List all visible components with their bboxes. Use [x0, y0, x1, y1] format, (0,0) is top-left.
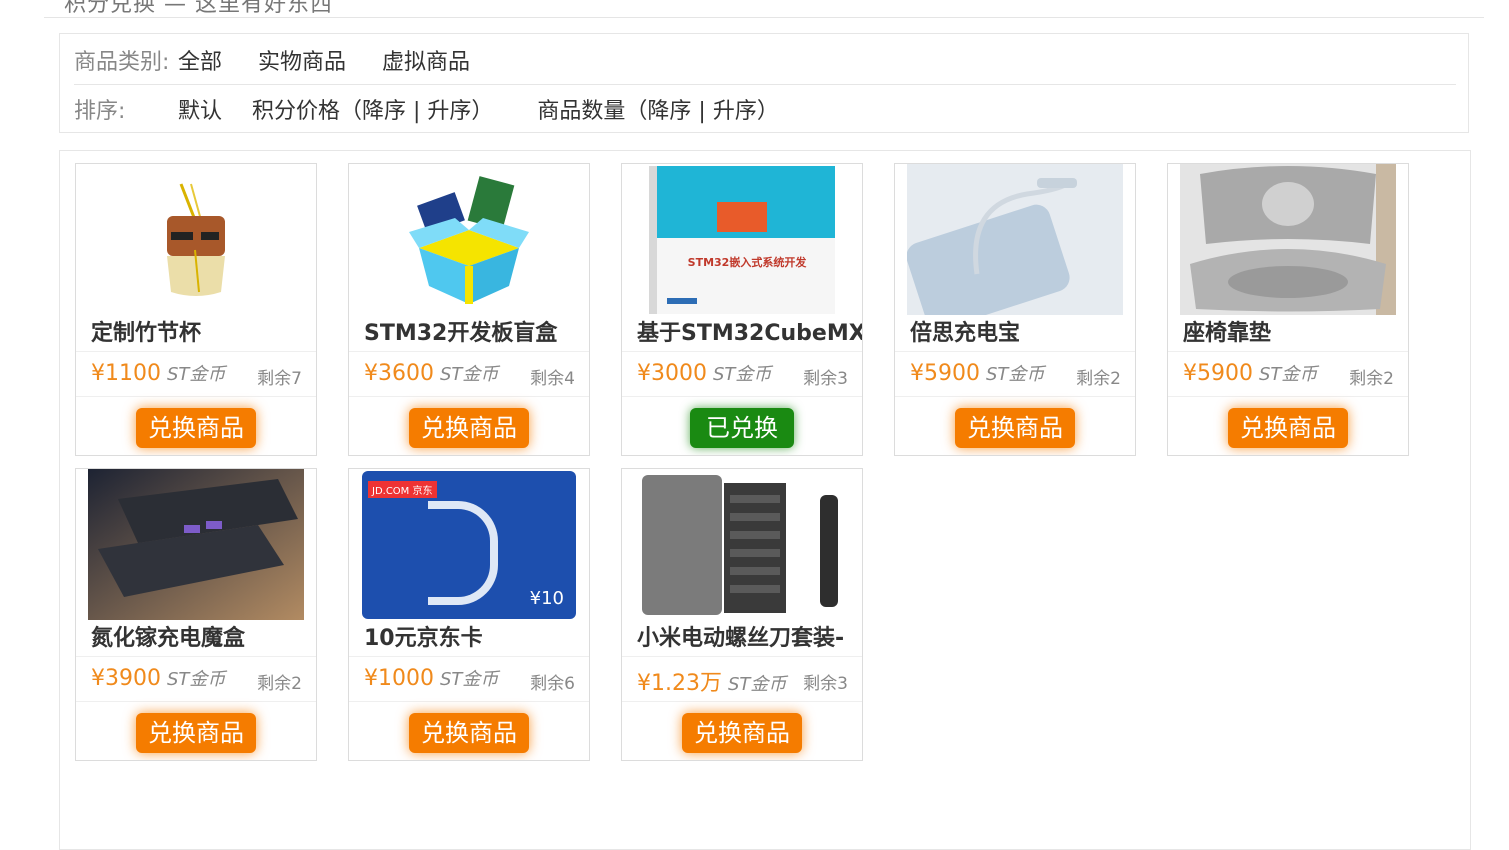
product-name: 氮化镓充电魔盒	[91, 626, 246, 651]
product-name: 定制竹节杯	[91, 321, 202, 346]
card-value: ¥10	[529, 587, 564, 609]
sort-label: 排序:	[74, 99, 126, 124]
price-unit: ST金币	[713, 364, 772, 385]
product-stock: 剩余7	[257, 369, 302, 389]
product-price: ¥3600 ST金币	[364, 361, 499, 386]
redeem-button[interactable]: 兑换商品	[409, 713, 529, 753]
category-all[interactable]: 全部	[178, 44, 222, 76]
product-price: ¥3000 ST金币	[637, 361, 772, 386]
product-stock: 剩余6	[530, 674, 575, 694]
sort-by-price[interactable]: 积分价格（降序 | 升序）	[252, 93, 493, 125]
filter-panel: 商品类别: 全部 实物商品 虚拟商品 排序: 默认 积分价格（降序 | 升序） …	[59, 33, 1469, 133]
redeem-button[interactable]: 兑换商品	[1228, 408, 1348, 448]
jd-card-icon: JD.COM 京东 ¥10	[361, 469, 577, 620]
price-unit: ST金币	[440, 669, 499, 690]
screwdriver-set-icon	[634, 469, 850, 620]
product-name: 小米电动螺丝刀套装-	[637, 626, 845, 651]
price-row: ¥3900 ST金币 剩余2	[76, 656, 316, 702]
blind-box-icon	[361, 164, 577, 315]
power-bank-icon	[907, 164, 1123, 315]
product-name: 基于STM32CubeMX	[637, 321, 862, 346]
product-stock: 剩余3	[803, 369, 848, 389]
price-unit: ST金币	[727, 674, 787, 695]
price-row: ¥3000 ST金币 剩余3	[622, 351, 862, 397]
product-price: ¥1.23万 ST金币	[637, 671, 787, 696]
price-unit: ST金币	[440, 364, 499, 385]
product-card[interactable]: STM32嵌入式系统开发 基于STM32CubeMX ¥3000 ST金币 剩余3…	[621, 163, 863, 456]
redeem-button[interactable]: 兑换商品	[955, 408, 1075, 448]
bamboo-cup-icon	[88, 164, 304, 315]
product-stock: 剩余2	[1349, 369, 1394, 389]
category-virtual[interactable]: 虚拟商品	[382, 44, 470, 76]
price-row: ¥1.23万 ST金币 剩余3	[622, 656, 862, 702]
redeemed-button[interactable]: 已兑换	[690, 408, 794, 448]
product-stock: 剩余2	[257, 674, 302, 694]
product-price: ¥5900 ST金币	[1183, 361, 1318, 386]
product-price: ¥5900 ST金币	[910, 361, 1045, 386]
price-row: ¥5900 ST金币 剩余2	[895, 351, 1135, 397]
book-title: STM32嵌入式系统开发	[687, 255, 807, 269]
product-card[interactable]: JD.COM 京东 ¥10 10元京东卡 ¥1000 ST金币 剩余6 兑换商品	[348, 468, 590, 761]
page-header-title: 积分兑换 — 这里有好东西	[64, 0, 333, 17]
price-row: ¥1000 ST金币 剩余6	[349, 656, 589, 702]
price-unit: ST金币	[167, 364, 226, 385]
product-price: ¥1000 ST金币	[364, 666, 499, 691]
sort-by-count[interactable]: 商品数量（降序 | 升序）	[537, 93, 778, 125]
product-stock: 剩余4	[530, 369, 575, 389]
redeem-button[interactable]: 兑换商品	[409, 408, 529, 448]
price-row: ¥5900 ST金币 剩余2	[1168, 351, 1408, 397]
book-icon: STM32嵌入式系统开发	[634, 164, 850, 315]
charger-box-icon	[88, 469, 304, 620]
seat-cushion-icon	[1180, 164, 1396, 315]
product-card[interactable]: 倍思充电宝 ¥5900 ST金币 剩余2 兑换商品	[894, 163, 1136, 456]
card-brand: JD.COM 京东	[368, 480, 437, 498]
product-stock: 剩余2	[1076, 369, 1121, 389]
product-grid: 定制竹节杯 ¥1100 ST金币 剩余7 兑换商品 STM32开发板盲盒 ¥360…	[59, 150, 1471, 850]
price-row: ¥3600 ST金币 剩余4	[349, 351, 589, 397]
redeem-button[interactable]: 兑换商品	[136, 713, 256, 753]
product-name: 倍思充电宝	[910, 321, 1021, 346]
redeem-button[interactable]: 兑换商品	[136, 408, 256, 448]
category-filter-row: 商品类别: 全部 实物商品 虚拟商品	[74, 36, 1456, 85]
price-unit: ST金币	[167, 669, 226, 690]
price-unit: ST金币	[986, 364, 1045, 385]
category-physical[interactable]: 实物商品	[258, 44, 346, 76]
price-unit: ST金币	[1259, 364, 1318, 385]
category-label: 商品类别:	[74, 50, 170, 75]
product-name: 座椅靠垫	[1183, 321, 1272, 346]
page-header: 积分兑换 — 这里有好东西	[44, 0, 1484, 18]
product-card[interactable]: 小米电动螺丝刀套装- ¥1.23万 ST金币 剩余3 兑换商品	[621, 468, 863, 761]
product-price: ¥1100 ST金币	[91, 361, 226, 386]
product-card[interactable]: 氮化镓充电魔盒 ¥3900 ST金币 剩余2 兑换商品	[75, 468, 317, 761]
product-price: ¥3900 ST金币	[91, 666, 226, 691]
redeem-button[interactable]: 兑换商品	[682, 713, 802, 753]
product-stock: 剩余3	[803, 674, 848, 694]
product-card[interactable]: 定制竹节杯 ¥1100 ST金币 剩余7 兑换商品	[75, 163, 317, 456]
product-card[interactable]: STM32开发板盲盒 ¥3600 ST金币 剩余4 兑换商品	[348, 163, 590, 456]
product-name: STM32开发板盲盒	[364, 321, 558, 346]
product-card[interactable]: 座椅靠垫 ¥5900 ST金币 剩余2 兑换商品	[1167, 163, 1409, 456]
product-name: 10元京东卡	[364, 626, 483, 651]
price-row: ¥1100 ST金币 剩余7	[76, 351, 316, 397]
sort-default[interactable]: 默认	[178, 93, 222, 125]
sort-row: 排序: 默认 积分价格（降序 | 升序） 商品数量（降序 | 升序）	[74, 85, 1456, 133]
